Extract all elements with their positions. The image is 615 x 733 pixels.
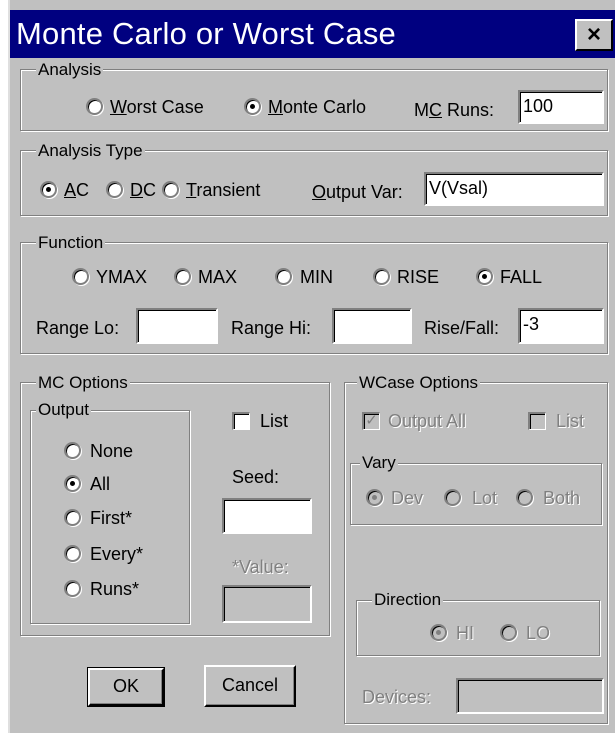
mc-options-group-label: MC Options	[36, 373, 130, 393]
monte-carlo-label[interactable]: Monte Carlo	[268, 96, 366, 118]
output-runs-label[interactable]: Runs*	[90, 578, 139, 600]
rise-radio[interactable]	[373, 268, 390, 285]
dialog-window: Monte Carlo or Worst Case × Analysis Wor…	[8, 0, 615, 733]
analysis-group-label: Analysis	[36, 60, 104, 80]
analysis-type-group-label: Analysis Type	[36, 141, 145, 161]
mc-runs-label: MC Runs:	[414, 100, 495, 120]
rise-label[interactable]: RISE	[397, 266, 439, 288]
output-all-radio[interactable]	[64, 475, 81, 492]
range-hi-input[interactable]	[332, 308, 412, 344]
output-var-input[interactable]: V(Vsal)	[424, 172, 604, 206]
min-radio[interactable]	[275, 268, 292, 285]
vary-dev-label: Dev	[391, 488, 424, 508]
wcase-list-label: List	[556, 411, 585, 431]
close-icon: ×	[586, 21, 601, 48]
wcase-list-checkbox	[528, 412, 546, 430]
title-bar[interactable]: Monte Carlo or Worst Case ×	[10, 10, 615, 58]
wcase-options-group-label: WCase Options	[357, 373, 481, 393]
seed-label: Seed:	[232, 467, 280, 487]
worst-case-radio[interactable]	[86, 98, 103, 115]
vary-both-radio	[516, 489, 533, 506]
ymax-radio[interactable]	[72, 268, 89, 285]
monte-carlo-radio[interactable]	[244, 98, 261, 115]
vary-lot-label: Lot	[472, 488, 498, 508]
vary-both-label: Both	[543, 488, 581, 508]
output-var-label: Output Var:	[312, 182, 403, 202]
output-first-radio[interactable]	[64, 509, 81, 526]
direction-hi-label: HI	[456, 623, 474, 643]
fall-label[interactable]: FALL	[500, 266, 542, 288]
worst-case-label[interactable]: Worst Case	[110, 96, 204, 118]
devices-input	[456, 678, 604, 714]
output-runs-radio[interactable]	[64, 580, 81, 597]
value-input	[222, 585, 312, 623]
max-radio[interactable]	[174, 268, 191, 285]
max-label[interactable]: MAX	[198, 266, 237, 288]
output-first-label[interactable]: First*	[90, 507, 132, 529]
min-label[interactable]: MIN	[300, 266, 333, 288]
direction-group-label: Direction	[372, 590, 444, 610]
rise-fall-label: Rise/Fall:	[424, 318, 500, 338]
direction-hi-radio	[430, 624, 447, 641]
ymax-label[interactable]: YMAX	[96, 266, 147, 288]
function-group-label: Function	[36, 233, 106, 253]
transient-label[interactable]: Transient	[186, 179, 260, 201]
dc-label[interactable]: DC	[130, 179, 156, 201]
output-none-label[interactable]: None	[90, 440, 133, 462]
ac-label[interactable]: AC	[64, 179, 89, 201]
seed-input[interactable]	[222, 498, 312, 534]
range-lo-label: Range Lo:	[36, 318, 120, 338]
transient-radio[interactable]	[162, 181, 179, 198]
output-all-checkbox: ✓	[362, 412, 380, 430]
value-label: *Value:	[232, 557, 289, 577]
vary-lot-radio	[444, 489, 461, 506]
output-group-label: Output	[36, 400, 92, 420]
output-all-check-label: Output All	[388, 411, 467, 431]
wcase-options-group	[344, 382, 608, 724]
fall-radio[interactable]	[476, 268, 493, 285]
output-every-radio[interactable]	[64, 545, 81, 562]
close-button[interactable]: ×	[575, 19, 613, 51]
dc-radio[interactable]	[106, 181, 123, 198]
dialog-title: Monte Carlo or Worst Case	[16, 16, 396, 51]
ac-radio[interactable]	[40, 181, 57, 198]
output-every-label[interactable]: Every*	[90, 543, 143, 565]
mc-runs-input[interactable]: 100	[518, 90, 604, 124]
range-lo-input[interactable]	[136, 308, 218, 344]
direction-lo-radio	[500, 624, 517, 641]
mc-list-label[interactable]: List	[260, 410, 288, 432]
devices-label: Devices:	[362, 687, 432, 707]
vary-group-label: Vary	[360, 453, 398, 473]
rise-fall-input[interactable]: -3	[518, 308, 604, 344]
cancel-button[interactable]: Cancel	[204, 665, 296, 707]
vary-dev-radio	[366, 489, 383, 506]
direction-lo-label: LO	[526, 623, 551, 643]
ok-button[interactable]: OK	[87, 667, 165, 707]
output-all-label[interactable]: All	[90, 473, 110, 495]
output-none-radio[interactable]	[64, 442, 81, 459]
range-hi-label: Range Hi:	[231, 318, 312, 338]
mc-list-checkbox[interactable]	[232, 412, 250, 430]
